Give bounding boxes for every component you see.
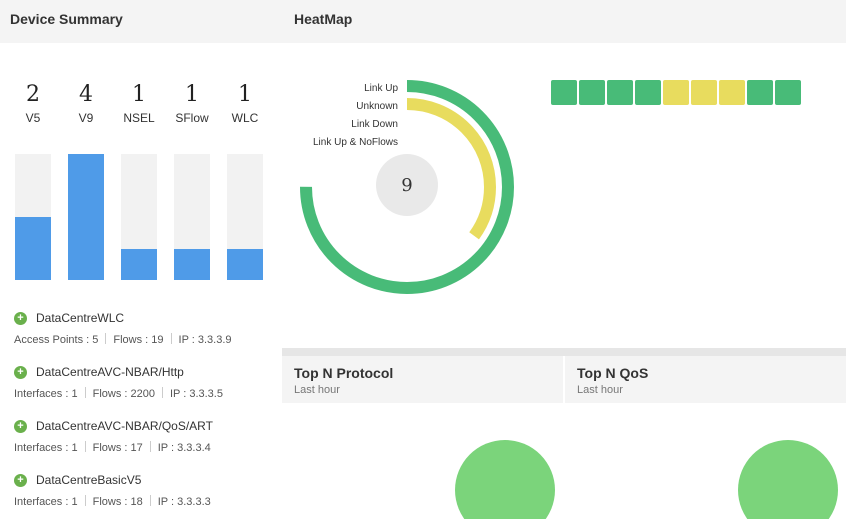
device-summary-title: Device Summary [10,11,123,27]
plus-circle-icon[interactable]: + [14,419,27,433]
pie-slice[interactable] [738,440,838,519]
meta-item: Interfaces : 1 [14,442,78,454]
bar-sflow[interactable] [174,154,210,280]
device-link[interactable]: + DataCentreAVC-NBAR/Http [14,362,276,382]
device-link[interactable]: + DataCentreBasicV5 [14,470,276,490]
heatmap-cell[interactable] [719,80,745,105]
count-sflow[interactable]: 1 SFlow [172,82,212,125]
widget-divider [282,348,846,356]
bar-wlc[interactable] [227,154,263,280]
device-link[interactable]: + DataCentreAVC-NBAR/QoS/ART [14,416,276,436]
heatmap-cell[interactable] [775,80,801,105]
device-list: + DataCentreWLC Access Points : 5 Flows :… [14,308,276,524]
plus-circle-icon[interactable]: + [14,365,27,379]
count-value: 1 [132,82,146,107]
heatmap-cell[interactable] [747,80,773,105]
list-item: + DataCentreAVC-NBAR/QoS/ART Interfaces … [14,416,276,470]
legend-link-down: Link Down [351,119,398,130]
divider [84,441,86,452]
device-meta: Interfaces : 1 Flows : 18 IP : 3.3.3.3 [14,492,276,512]
bar-fill [121,248,157,280]
heatmap-cell[interactable] [607,80,633,105]
meta-item: IP : 3.3.3.9 [178,334,232,346]
meta-item: Flows : 19 [113,334,164,346]
bar-fill [68,154,104,280]
count-label: V5 [25,111,41,125]
divider [170,333,172,344]
device-meta: Interfaces : 1 Flows : 2200 IP : 3.3.3.5 [14,384,276,404]
bar-fill [227,248,263,280]
device-name[interactable]: DataCentreWLC [36,308,124,328]
divider [149,441,151,452]
heatmap-cell[interactable] [579,80,605,105]
widget-title: Top N QoS [577,365,649,381]
count-value: 1 [238,82,252,107]
heatmap-cell[interactable] [691,80,717,105]
top-n-protocol-header: Top N Protocol Last hour [282,356,563,403]
meta-item: IP : 3.3.3.4 [157,442,211,454]
heatmap-cells [551,80,803,105]
count-label: WLC [231,111,259,125]
legend-link-up-noflows: Link Up & NoFlows [312,137,398,148]
count-wlc[interactable]: 1 WLC [225,82,265,125]
bar-nsel[interactable] [121,154,157,280]
count-label: NSEL [123,111,155,125]
count-value: 2 [26,82,40,107]
plus-circle-icon[interactable]: + [14,473,27,487]
count-value: 4 [79,82,93,107]
list-item: + DataCentreBasicV5 Interfaces : 1 Flows … [14,470,276,524]
count-label: SFlow [175,111,209,125]
device-link[interactable]: + DataCentreWLC [14,308,276,328]
count-nsel[interactable]: 1 NSEL [119,82,159,125]
bar-fill [15,217,51,280]
legend-link-up: Link Up [364,83,398,94]
meta-item: Flows : 18 [92,496,143,508]
divider [84,387,86,398]
divider [84,495,86,506]
count-label: V9 [78,111,94,125]
list-item: + DataCentreAVC-NBAR/Http Interfaces : 1… [14,362,276,416]
legend-unknown: Unknown [356,101,398,112]
meta-item: IP : 3.3.3.3 [157,496,211,508]
meta-item: Interfaces : 1 [14,388,78,400]
plus-circle-icon[interactable]: + [14,311,27,325]
divider [105,333,107,344]
device-summary-header: Device Summary [0,0,280,43]
heatmap-cell[interactable] [551,80,577,105]
bar-v5[interactable] [15,154,51,280]
divider [161,387,163,398]
heatmap-cell[interactable] [663,80,689,105]
device-name[interactable]: DataCentreBasicV5 [36,470,141,490]
heatmap-header: HeatMap [280,0,846,43]
meta-item: Access Points : 5 [14,334,99,346]
top-n-protocol-chart [282,403,556,519]
meta-item: Flows : 2200 [92,388,155,400]
meta-item: IP : 3.3.3.5 [169,388,223,400]
heatmap-cell[interactable] [635,80,661,105]
widget-subtitle: Last hour [577,384,623,396]
meta-item: Flows : 17 [92,442,143,454]
pie-slice[interactable] [455,440,555,519]
donut-total: 9 [401,175,412,196]
heatmap-title: HeatMap [294,11,353,27]
divider [149,495,151,506]
widget-title: Top N Protocol [294,365,394,381]
list-item: + DataCentreWLC Access Points : 5 Flows :… [14,308,276,362]
meta-item: Interfaces : 1 [14,496,78,508]
device-meta: Access Points : 5 Flows : 19 IP : 3.3.3.9 [14,330,276,350]
bar-fill [174,248,210,280]
top-n-qos-header: Top N QoS Last hour [565,356,846,403]
top-n-qos-chart [565,403,839,519]
device-summary-panel: Device Summary 2 V5 4 V9 1 NSEL 1 SFlow … [0,0,280,519]
widget-subtitle: Last hour [294,384,340,396]
count-v9[interactable]: 4 V9 [66,82,106,125]
device-name[interactable]: DataCentreAVC-NBAR/QoS/ART [36,416,213,436]
device-name[interactable]: DataCentreAVC-NBAR/Http [36,362,184,382]
bar-v9[interactable] [68,154,104,280]
count-value: 1 [185,82,199,107]
count-v5[interactable]: 2 V5 [13,82,53,125]
device-meta: Interfaces : 1 Flows : 17 IP : 3.3.3.4 [14,438,276,458]
